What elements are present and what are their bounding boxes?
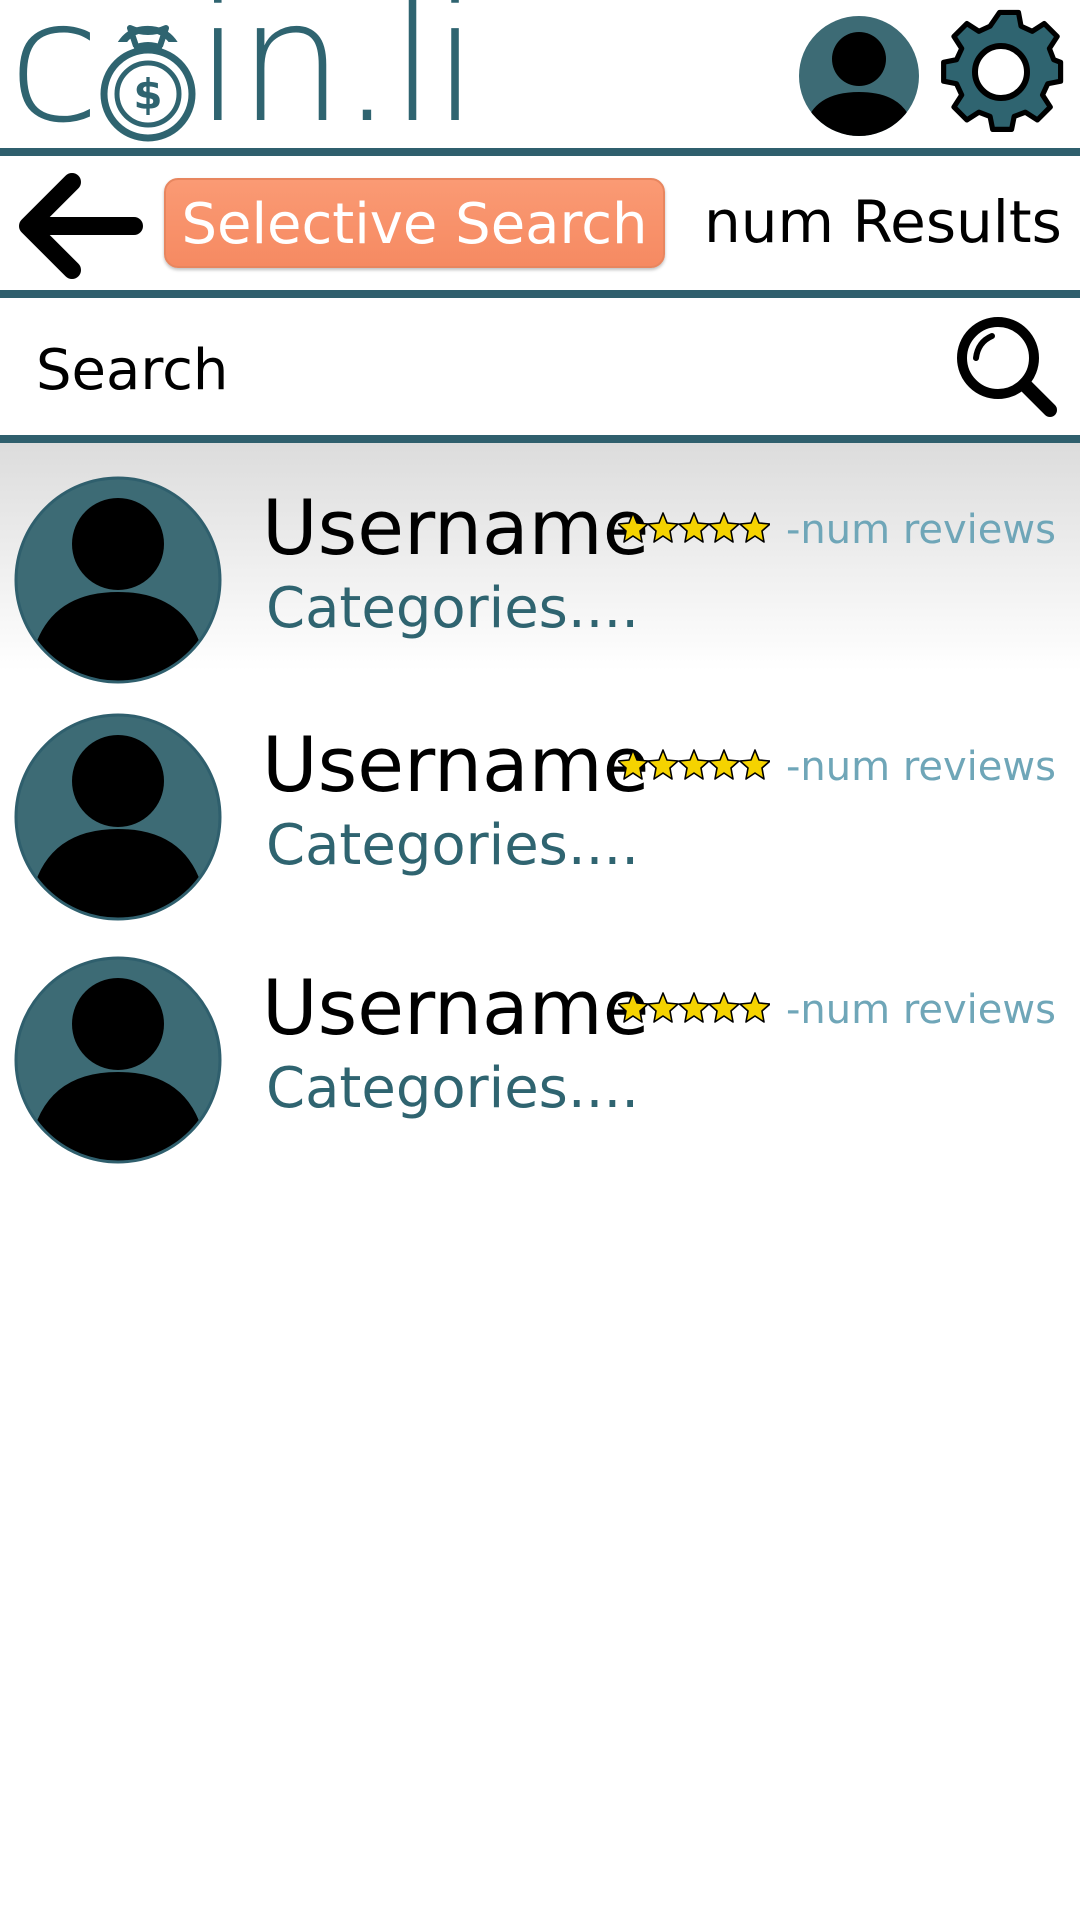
- results-count: num Results: [704, 188, 1062, 256]
- result-row[interactable]: Username -num reviews Categories....: [0, 476, 1080, 696]
- review-count: -num reviews: [786, 507, 1056, 553]
- app-logo: coin.li $: [8, 0, 479, 146]
- logo-text: coin.li: [8, 0, 479, 160]
- user-avatar-icon: [14, 956, 222, 1164]
- result-row[interactable]: Username -num reviews Categories....: [0, 713, 1080, 933]
- categories-text: Categories....: [266, 576, 640, 641]
- username: Username: [262, 963, 650, 1052]
- star-rating-icon: [618, 749, 770, 780]
- back-button[interactable]: [18, 170, 144, 280]
- username: Username: [262, 483, 650, 572]
- money-bag-icon: $: [98, 25, 198, 142]
- categories-text: Categories....: [266, 1056, 640, 1121]
- review-count: -num reviews: [786, 744, 1056, 790]
- star-rating-icon: [618, 992, 770, 1023]
- selective-search-button[interactable]: Selective Search: [164, 178, 665, 268]
- dollar-sign: $: [133, 70, 162, 119]
- arrow-left-icon: [19, 173, 143, 279]
- toolbar-divider: [0, 290, 1080, 298]
- review-count: -num reviews: [786, 987, 1056, 1033]
- search-icon[interactable]: [954, 314, 1058, 418]
- search-divider: [0, 435, 1080, 443]
- user-avatar-icon: [14, 476, 222, 684]
- header-divider: [0, 148, 1080, 156]
- result-row[interactable]: Username -num reviews Categories....: [0, 956, 1080, 1176]
- profile-avatar-icon[interactable]: [797, 14, 921, 138]
- username: Username: [262, 720, 650, 809]
- star-rating-icon: [618, 512, 770, 543]
- gear-icon[interactable]: [935, 6, 1067, 138]
- user-avatar-icon: [14, 713, 222, 921]
- search-input[interactable]: [36, 332, 916, 408]
- categories-text: Categories....: [266, 813, 640, 878]
